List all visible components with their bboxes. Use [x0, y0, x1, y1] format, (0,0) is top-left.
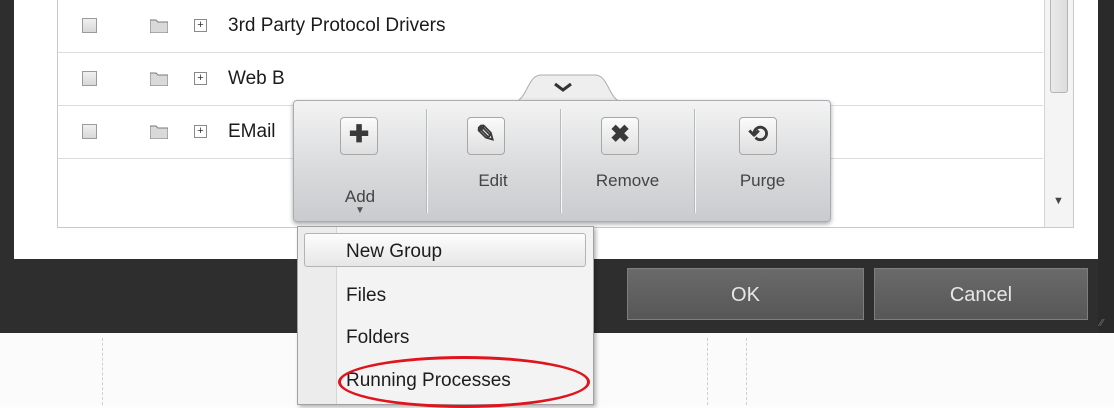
window-border [1098, 0, 1114, 333]
list-row[interactable]: + 3rd Party Protocol Drivers [58, 0, 1043, 53]
row-label: EMail [228, 121, 276, 142]
resize-grip-icon[interactable]: ⁄⁄ [1100, 318, 1103, 329]
scroll-down-icon[interactable]: ▼ [1053, 195, 1064, 207]
refresh-icon: ⟲ [739, 117, 777, 155]
expand-icon[interactable]: + [194, 19, 207, 32]
dashed-divider [746, 338, 747, 405]
purge-button[interactable]: ⟲ Purge [695, 101, 830, 221]
plus-icon: ✚ [340, 117, 378, 155]
folder-icon [150, 19, 168, 33]
ok-button[interactable]: OK [627, 268, 864, 320]
pen-icon: ✎ [467, 117, 505, 155]
action-toolbar: ✚ Add ▼ ✎ Edit ✖ Remove ⟲ Purge [293, 100, 831, 222]
row-checkbox[interactable] [82, 18, 97, 33]
scrollbar-thumb[interactable] [1050, 0, 1068, 93]
row-checkbox[interactable] [82, 71, 97, 86]
folder-icon [150, 72, 168, 86]
menu-item-new-group[interactable]: New Group [346, 241, 442, 263]
edit-button[interactable]: ✎ Edit [427, 101, 559, 221]
vertical-scrollbar[interactable]: ▼ [1044, 0, 1073, 227]
add-button[interactable]: ✚ Add ▼ [294, 101, 426, 221]
dashed-divider [707, 338, 708, 405]
x-icon: ✖ [601, 117, 639, 155]
dashed-divider [102, 338, 103, 405]
dropdown-arrow-icon[interactable]: ▼ [294, 205, 426, 216]
row-checkbox[interactable] [82, 124, 97, 139]
remove-button[interactable]: ✖ Remove [561, 101, 694, 221]
expand-icon[interactable]: + [194, 125, 207, 138]
add-label: Add [344, 187, 376, 206]
cancel-button[interactable]: Cancel [874, 268, 1088, 320]
toolbar-collapse-tab[interactable] [508, 72, 618, 102]
folder-icon [150, 125, 168, 139]
annotation-circle [338, 356, 590, 408]
remove-label: Remove [595, 171, 660, 190]
edit-label: Edit [478, 171, 508, 190]
menu-item-folders[interactable]: Folders [346, 327, 409, 349]
row-label: Web B [228, 68, 285, 89]
purge-label: Purge [739, 171, 786, 190]
row-label: 3rd Party Protocol Drivers [228, 15, 446, 36]
expand-icon[interactable]: + [194, 72, 207, 85]
menu-item-files[interactable]: Files [346, 285, 386, 307]
